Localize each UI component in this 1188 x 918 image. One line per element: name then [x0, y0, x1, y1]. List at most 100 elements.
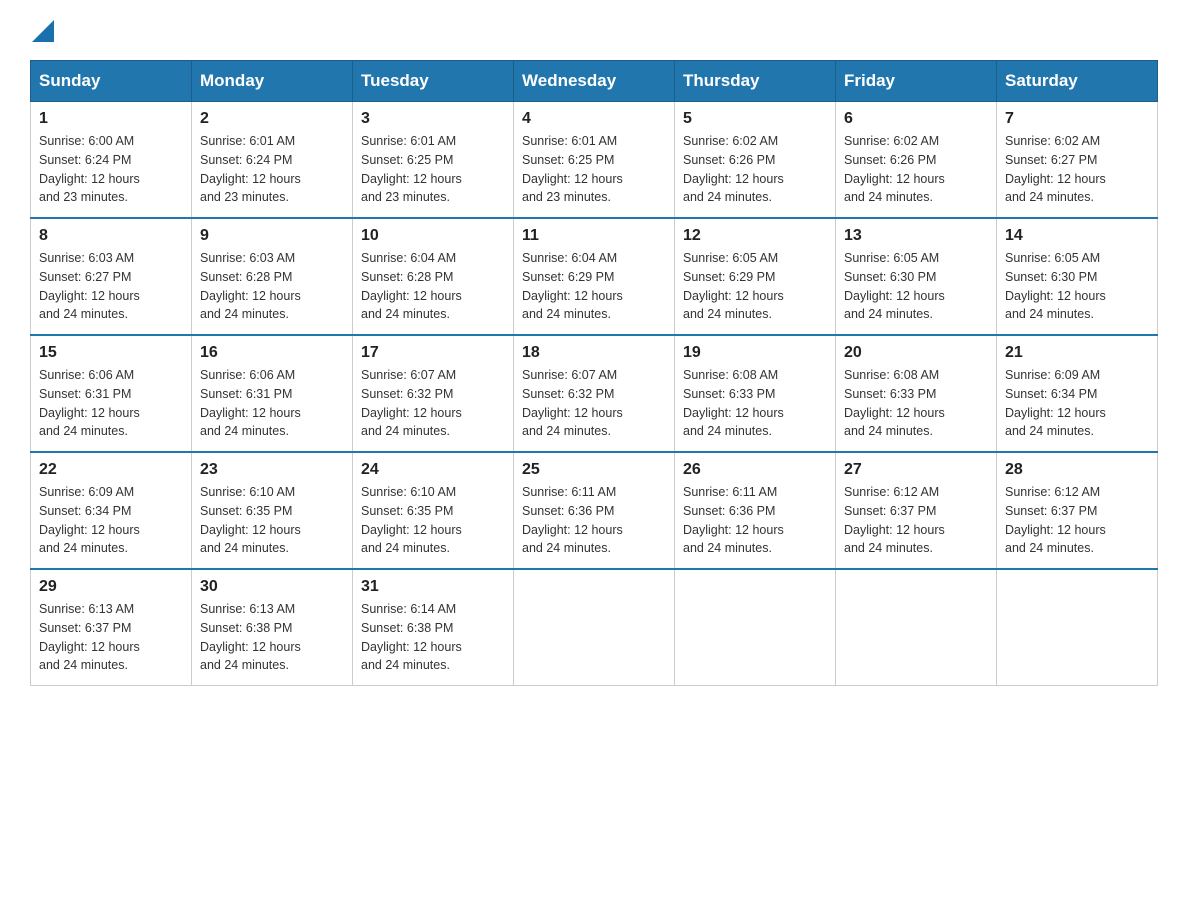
day-number: 24 [361, 461, 505, 479]
calendar-cell: 27 Sunrise: 6:12 AMSunset: 6:37 PMDaylig… [836, 452, 997, 569]
calendar-header-row: SundayMondayTuesdayWednesdayThursdayFrid… [31, 61, 1158, 102]
calendar-week-1: 1 Sunrise: 6:00 AMSunset: 6:24 PMDayligh… [31, 102, 1158, 219]
day-number: 4 [522, 110, 666, 128]
header-tuesday: Tuesday [353, 61, 514, 102]
day-number: 19 [683, 344, 827, 362]
logo [30, 20, 54, 42]
day-info: Sunrise: 6:12 AMSunset: 6:37 PMDaylight:… [1005, 485, 1106, 555]
calendar-cell: 2 Sunrise: 6:01 AMSunset: 6:24 PMDayligh… [192, 102, 353, 219]
day-number: 29 [39, 578, 183, 596]
day-info: Sunrise: 6:04 AMSunset: 6:28 PMDaylight:… [361, 251, 462, 321]
calendar-cell: 9 Sunrise: 6:03 AMSunset: 6:28 PMDayligh… [192, 218, 353, 335]
calendar-cell [997, 569, 1158, 686]
calendar-cell: 25 Sunrise: 6:11 AMSunset: 6:36 PMDaylig… [514, 452, 675, 569]
header-monday: Monday [192, 61, 353, 102]
header-sunday: Sunday [31, 61, 192, 102]
calendar-cell: 22 Sunrise: 6:09 AMSunset: 6:34 PMDaylig… [31, 452, 192, 569]
header-wednesday: Wednesday [514, 61, 675, 102]
day-number: 27 [844, 461, 988, 479]
calendar-cell [675, 569, 836, 686]
day-info: Sunrise: 6:07 AMSunset: 6:32 PMDaylight:… [361, 368, 462, 438]
day-number: 1 [39, 110, 183, 128]
day-number: 21 [1005, 344, 1149, 362]
day-info: Sunrise: 6:01 AMSunset: 6:25 PMDaylight:… [361, 134, 462, 204]
day-info: Sunrise: 6:01 AMSunset: 6:25 PMDaylight:… [522, 134, 623, 204]
calendar-cell: 8 Sunrise: 6:03 AMSunset: 6:27 PMDayligh… [31, 218, 192, 335]
calendar-cell: 26 Sunrise: 6:11 AMSunset: 6:36 PMDaylig… [675, 452, 836, 569]
day-info: Sunrise: 6:13 AMSunset: 6:37 PMDaylight:… [39, 602, 140, 672]
day-number: 31 [361, 578, 505, 596]
day-info: Sunrise: 6:09 AMSunset: 6:34 PMDaylight:… [1005, 368, 1106, 438]
day-info: Sunrise: 6:06 AMSunset: 6:31 PMDaylight:… [39, 368, 140, 438]
calendar-cell: 7 Sunrise: 6:02 AMSunset: 6:27 PMDayligh… [997, 102, 1158, 219]
calendar-cell: 28 Sunrise: 6:12 AMSunset: 6:37 PMDaylig… [997, 452, 1158, 569]
day-info: Sunrise: 6:11 AMSunset: 6:36 PMDaylight:… [522, 485, 623, 555]
day-info: Sunrise: 6:02 AMSunset: 6:26 PMDaylight:… [844, 134, 945, 204]
calendar-cell: 23 Sunrise: 6:10 AMSunset: 6:35 PMDaylig… [192, 452, 353, 569]
day-number: 3 [361, 110, 505, 128]
day-number: 30 [200, 578, 344, 596]
day-info: Sunrise: 6:10 AMSunset: 6:35 PMDaylight:… [200, 485, 301, 555]
calendar-cell: 29 Sunrise: 6:13 AMSunset: 6:37 PMDaylig… [31, 569, 192, 686]
day-info: Sunrise: 6:11 AMSunset: 6:36 PMDaylight:… [683, 485, 784, 555]
calendar-week-2: 8 Sunrise: 6:03 AMSunset: 6:27 PMDayligh… [31, 218, 1158, 335]
calendar-week-3: 15 Sunrise: 6:06 AMSunset: 6:31 PMDaylig… [31, 335, 1158, 452]
day-number: 12 [683, 227, 827, 245]
day-number: 26 [683, 461, 827, 479]
calendar-cell: 11 Sunrise: 6:04 AMSunset: 6:29 PMDaylig… [514, 218, 675, 335]
calendar-week-4: 22 Sunrise: 6:09 AMSunset: 6:34 PMDaylig… [31, 452, 1158, 569]
day-number: 15 [39, 344, 183, 362]
calendar-cell: 1 Sunrise: 6:00 AMSunset: 6:24 PMDayligh… [31, 102, 192, 219]
day-info: Sunrise: 6:13 AMSunset: 6:38 PMDaylight:… [200, 602, 301, 672]
day-number: 20 [844, 344, 988, 362]
header-friday: Friday [836, 61, 997, 102]
calendar-cell: 13 Sunrise: 6:05 AMSunset: 6:30 PMDaylig… [836, 218, 997, 335]
day-info: Sunrise: 6:02 AMSunset: 6:27 PMDaylight:… [1005, 134, 1106, 204]
day-info: Sunrise: 6:06 AMSunset: 6:31 PMDaylight:… [200, 368, 301, 438]
header-saturday: Saturday [997, 61, 1158, 102]
day-info: Sunrise: 6:12 AMSunset: 6:37 PMDaylight:… [844, 485, 945, 555]
calendar-cell: 14 Sunrise: 6:05 AMSunset: 6:30 PMDaylig… [997, 218, 1158, 335]
page-header [30, 20, 1158, 42]
day-info: Sunrise: 6:01 AMSunset: 6:24 PMDaylight:… [200, 134, 301, 204]
day-info: Sunrise: 6:03 AMSunset: 6:27 PMDaylight:… [39, 251, 140, 321]
calendar-cell: 16 Sunrise: 6:06 AMSunset: 6:31 PMDaylig… [192, 335, 353, 452]
calendar-cell: 12 Sunrise: 6:05 AMSunset: 6:29 PMDaylig… [675, 218, 836, 335]
calendar-week-5: 29 Sunrise: 6:13 AMSunset: 6:37 PMDaylig… [31, 569, 1158, 686]
day-number: 2 [200, 110, 344, 128]
day-info: Sunrise: 6:14 AMSunset: 6:38 PMDaylight:… [361, 602, 462, 672]
day-info: Sunrise: 6:09 AMSunset: 6:34 PMDaylight:… [39, 485, 140, 555]
day-number: 17 [361, 344, 505, 362]
day-number: 5 [683, 110, 827, 128]
day-info: Sunrise: 6:03 AMSunset: 6:28 PMDaylight:… [200, 251, 301, 321]
calendar-cell: 21 Sunrise: 6:09 AMSunset: 6:34 PMDaylig… [997, 335, 1158, 452]
day-info: Sunrise: 6:00 AMSunset: 6:24 PMDaylight:… [39, 134, 140, 204]
day-info: Sunrise: 6:05 AMSunset: 6:30 PMDaylight:… [844, 251, 945, 321]
calendar-cell: 30 Sunrise: 6:13 AMSunset: 6:38 PMDaylig… [192, 569, 353, 686]
day-info: Sunrise: 6:04 AMSunset: 6:29 PMDaylight:… [522, 251, 623, 321]
calendar-cell: 31 Sunrise: 6:14 AMSunset: 6:38 PMDaylig… [353, 569, 514, 686]
day-info: Sunrise: 6:05 AMSunset: 6:30 PMDaylight:… [1005, 251, 1106, 321]
calendar-cell: 3 Sunrise: 6:01 AMSunset: 6:25 PMDayligh… [353, 102, 514, 219]
day-number: 23 [200, 461, 344, 479]
calendar-cell: 15 Sunrise: 6:06 AMSunset: 6:31 PMDaylig… [31, 335, 192, 452]
day-number: 11 [522, 227, 666, 245]
day-info: Sunrise: 6:08 AMSunset: 6:33 PMDaylight:… [844, 368, 945, 438]
calendar-cell: 18 Sunrise: 6:07 AMSunset: 6:32 PMDaylig… [514, 335, 675, 452]
day-number: 13 [844, 227, 988, 245]
calendar-cell: 20 Sunrise: 6:08 AMSunset: 6:33 PMDaylig… [836, 335, 997, 452]
day-info: Sunrise: 6:05 AMSunset: 6:29 PMDaylight:… [683, 251, 784, 321]
calendar-cell: 4 Sunrise: 6:01 AMSunset: 6:25 PMDayligh… [514, 102, 675, 219]
day-info: Sunrise: 6:10 AMSunset: 6:35 PMDaylight:… [361, 485, 462, 555]
day-number: 22 [39, 461, 183, 479]
day-number: 8 [39, 227, 183, 245]
day-number: 28 [1005, 461, 1149, 479]
day-number: 25 [522, 461, 666, 479]
calendar-cell: 10 Sunrise: 6:04 AMSunset: 6:28 PMDaylig… [353, 218, 514, 335]
day-number: 14 [1005, 227, 1149, 245]
day-info: Sunrise: 6:02 AMSunset: 6:26 PMDaylight:… [683, 134, 784, 204]
calendar-cell: 24 Sunrise: 6:10 AMSunset: 6:35 PMDaylig… [353, 452, 514, 569]
calendar-cell: 19 Sunrise: 6:08 AMSunset: 6:33 PMDaylig… [675, 335, 836, 452]
calendar-cell: 6 Sunrise: 6:02 AMSunset: 6:26 PMDayligh… [836, 102, 997, 219]
calendar-cell: 5 Sunrise: 6:02 AMSunset: 6:26 PMDayligh… [675, 102, 836, 219]
